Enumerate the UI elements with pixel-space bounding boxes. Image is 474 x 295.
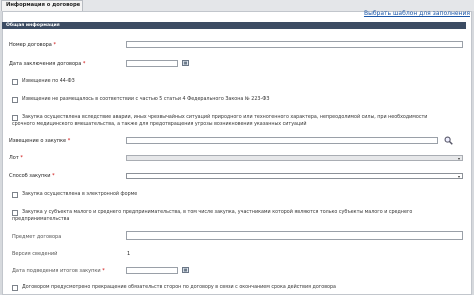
checkbox-sme[interactable]: [12, 210, 18, 216]
calendar-icon[interactable]: ▦: [182, 267, 189, 273]
summary-date-input[interactable]: [126, 267, 178, 274]
section-header: Общая информация: [2, 22, 466, 29]
checkbox-sme-label-1: Закупка у субъекта малого и среднего пре…: [22, 210, 413, 215]
procurement-method-select[interactable]: ▾: [126, 173, 463, 179]
subject-label: Предмет договора: [12, 234, 62, 240]
contract-date-input[interactable]: [126, 60, 178, 67]
chevron-down-icon: ▾: [457, 174, 460, 179]
checkbox-44fz[interactable]: [12, 79, 18, 85]
contract-date-label: Дата заключения договора *: [9, 61, 86, 67]
summary-date-label: Дата подведения итогов закупки *: [12, 268, 105, 274]
main-panel: [2, 11, 472, 295]
checkbox-electronic[interactable]: [12, 192, 18, 198]
contract-number-input[interactable]: [126, 41, 463, 48]
search-icon[interactable]: [444, 136, 453, 145]
version-value: 1: [127, 251, 131, 257]
version-label: Версия сведений: [12, 251, 58, 257]
calendar-icon[interactable]: ▦: [182, 60, 189, 66]
notice-label: Извещение о закупке *: [9, 138, 71, 144]
procurement-method-label: Способ закупки *: [9, 173, 55, 179]
subject-input[interactable]: [126, 231, 463, 240]
checkbox-44fz-label: Извещение по 44-ФЗ: [22, 79, 75, 84]
checkbox-emergency[interactable]: [12, 115, 18, 121]
checkbox-not-posted-label: Извещение не размещалось в соответствии …: [22, 97, 270, 102]
notice-input[interactable]: [126, 137, 438, 144]
checkbox-not-posted[interactable]: [12, 97, 18, 103]
checkbox-termination[interactable]: [12, 285, 18, 291]
tab-contract-info[interactable]: Информация о договоре: [1, 0, 83, 11]
lot-select[interactable]: ▾: [126, 155, 463, 161]
checkbox-electronic-label: Закупка осуществлена в электронной форме: [22, 192, 138, 197]
checkbox-emergency-label-2: срочного медицинского вмешательства, а т…: [12, 122, 307, 127]
select-template-link[interactable]: Выбрать шаблон для заполнения: [364, 10, 470, 17]
lot-label: Лот *: [9, 155, 23, 161]
checkbox-sme-label-2: предпринимательства: [12, 217, 70, 222]
chevron-down-icon: ▾: [457, 156, 460, 161]
checkbox-emergency-label-1: Закупка осуществлена вследствие аварии, …: [22, 115, 428, 120]
checkbox-termination-label: Договором предусмотрено прекращение обяз…: [22, 285, 336, 290]
contract-number-label: Номер договора *: [9, 42, 56, 48]
